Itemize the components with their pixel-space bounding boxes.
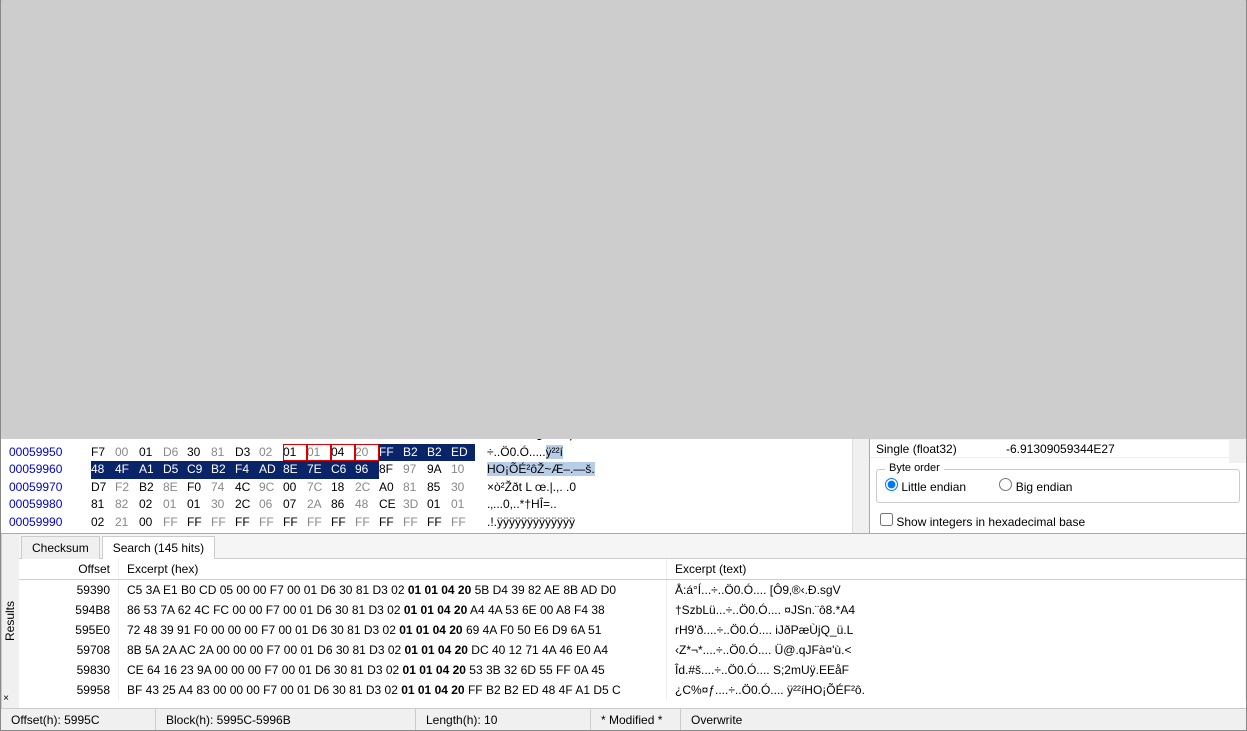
results-close-icon[interactable]: × — [3, 693, 9, 704]
status-mode: Overwrite — [681, 709, 1246, 730]
status-offset: Offset(h): 5995C — [1, 709, 156, 730]
big-endian-radio[interactable]: Big endian — [999, 480, 1072, 494]
main-area: Offset(h) 000102030405060708090A0B0C0D0E… — [1, 107, 1246, 533]
statusbar: Offset(h): 5995C Block(h): 5995C-5996B L… — [1, 708, 1246, 730]
col-header-offset[interactable]: Offset — [19, 559, 119, 579]
results-panel: Results × ChecksumSearch (145 hits) Offs… — [1, 533, 1246, 708]
byte-order-group: Byte order Little endian Big endian — [876, 469, 1240, 503]
hex-row[interactable]: 000599A0 FFFFFFFFFFFFFFFFFFFFFFFFFFFFFEF… — [9, 531, 852, 533]
data-inspector-panel: Special editors ✕ Data inspector ⏮ ◀ ▶ ⏭… — [869, 107, 1246, 533]
search-result-row[interactable]: 594B8 86 53 7A 62 4C FC 00 00 F7 00 01 D… — [19, 600, 1246, 620]
hex-row[interactable]: 00059990 022100FFFFFFFFFFFFFFFFFFFFFFFFF… — [9, 514, 852, 532]
inspector-scrollbar[interactable] — [1229, 188, 1246, 463]
byte-order-legend: Byte order — [885, 462, 944, 474]
search-results-table: Offset Excerpt (hex) Excerpt (text) 5939… — [19, 559, 1246, 708]
hex-row[interactable]: 00059960 484FA1D5C9B2F4AD8E7EC6968F979A1… — [9, 461, 852, 479]
hex-row[interactable]: 00059980 8182020101302C06072A8648CE3D010… — [9, 496, 852, 514]
results-tab[interactable]: Search (145 hits) — [102, 536, 215, 559]
hex-row[interactable]: 00059950 F70001D63081D30201010420FFB2B2E… — [9, 444, 852, 462]
search-result-row[interactable]: 59708 8B 5A 2A AC 2A 00 00 00 F7 00 01 D… — [19, 640, 1246, 660]
little-endian-radio[interactable]: Little endian — [885, 480, 966, 494]
hex-integers-checkbox[interactable]: Show integers in hexadecimal base — [880, 515, 1085, 529]
hex-row[interactable]: 00059970 D7F2B28EF0744C9C007C182CA081853… — [9, 479, 852, 497]
status-block: Block(h): 5995C-5996B — [156, 709, 416, 730]
status-modified: * Modified * — [591, 709, 681, 730]
search-result-row[interactable]: 59830 CE 64 16 23 9A 00 00 00 F7 00 01 D… — [19, 660, 1246, 680]
search-result-row[interactable]: 59390 C5 3A E1 B0 CD 05 00 00 F7 00 01 D… — [19, 580, 1246, 600]
col-header-hex[interactable]: Excerpt (hex) — [119, 559, 667, 579]
col-header-text[interactable]: Excerpt (text) — [667, 559, 1246, 579]
search-result-row[interactable]: 595E0 72 48 39 91 F0 00 00 00 F7 00 01 D… — [19, 620, 1246, 640]
results-tab[interactable]: Checksum — [21, 536, 100, 559]
inspector-row[interactable]: Single (float32) -6.91309059344E27 — [870, 440, 1229, 458]
results-vertical-tab[interactable]: Results × — [1, 534, 19, 708]
status-length: Length(h): 10 — [416, 709, 591, 730]
search-result-row[interactable]: 59958 BF 43 25 A4 83 00 00 00 F7 00 01 D… — [19, 680, 1246, 700]
